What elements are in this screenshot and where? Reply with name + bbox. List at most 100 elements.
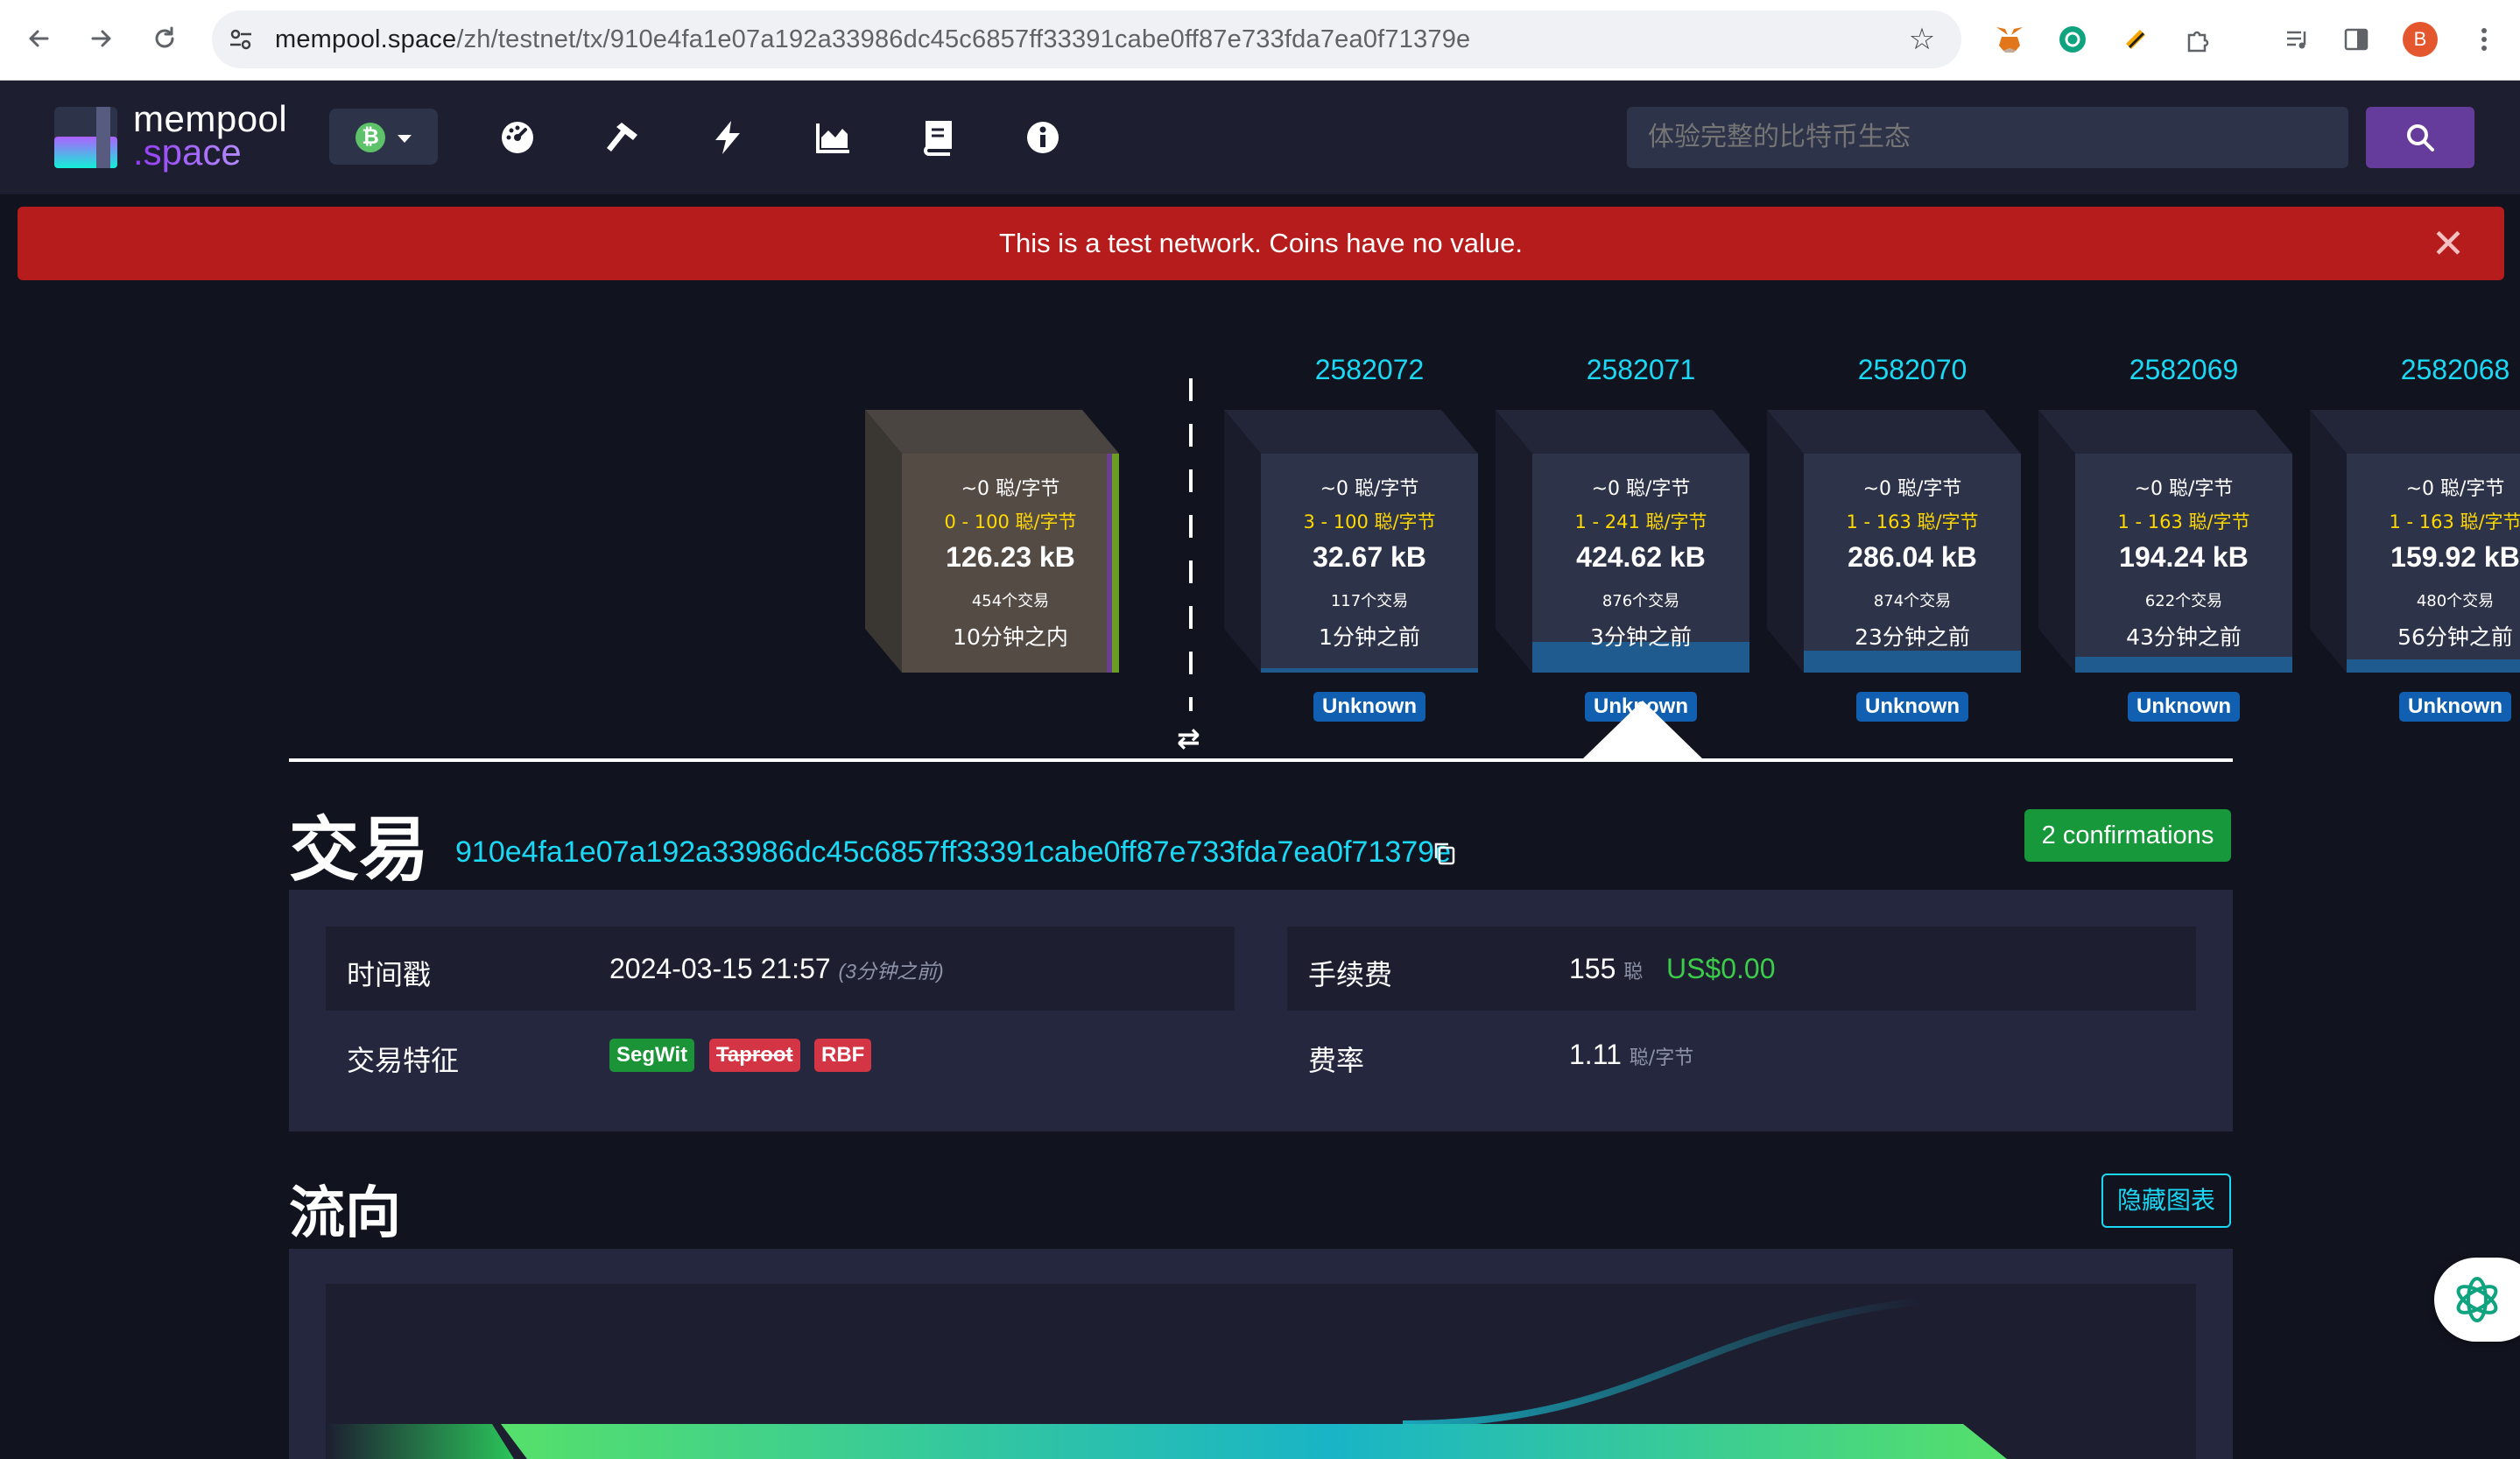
media-control-icon[interactable] <box>2282 23 2315 56</box>
chevron-down-icon <box>398 135 412 143</box>
blockchain-baseline <box>289 758 2233 762</box>
address-bar[interactable]: mempool.space/zh/testnet/tx/910e4fa1e07a… <box>212 11 1961 68</box>
forward-icon[interactable] <box>82 19 121 58</box>
block-fee-range: 0 - 100 聪/字节 <box>944 511 1077 532</box>
block-age: 1分钟之前 <box>1319 624 1420 650</box>
browser-toolbar: mempool.space/zh/testnet/tx/910e4fa1e07a… <box>0 0 2520 81</box>
block-height-link[interactable]: 2582071 <box>1553 354 1728 386</box>
extensions-puzzle-icon[interactable] <box>2182 23 2215 56</box>
menu-kebab-icon[interactable] <box>2467 23 2501 56</box>
mempool-block[interactable]: ~0 聪/字节 0 - 100 聪/字节 126.23 kB 454个交易 10… <box>865 410 1119 673</box>
block-face: ~0 聪/字节 1 - 163 聪/字节 159.92 kB 480个交易 56分钟之前 <box>2347 454 2520 673</box>
docs-book-icon[interactable] <box>918 117 958 158</box>
block-median-fee: ~0 聪/字节 <box>2134 478 2234 500</box>
mined-block[interactable]: ~0 聪/字节 1 - 163 聪/字节 194.24 kB 622个交易 43分钟之前 <box>2038 410 2292 673</box>
flow-change-output[interactable] <box>1402 1298 1920 1427</box>
block-size: 194.24 kB <box>2119 541 2249 573</box>
search-button[interactable] <box>2366 107 2474 168</box>
metamask-icon[interactable] <box>1993 23 2026 56</box>
block-age: 43分钟之前 <box>2126 624 2242 650</box>
features-label: 交易特征 <box>347 1044 460 1077</box>
mined-block[interactable]: ~0 聪/字节 1 - 241 聪/字节 424.62 kB 876个交易 3分钟之前 <box>1496 410 1749 673</box>
alert-message: This is a test network. Coins have no va… <box>999 228 1523 258</box>
bookmark-star-icon[interactable]: ☆ <box>1905 23 1939 56</box>
flow-section-title: 流向 <box>289 1181 401 1246</box>
block-median-fee: ~0 聪/字节 <box>961 478 1060 500</box>
block-height-link[interactable]: 2582068 <box>2368 354 2520 386</box>
mining-pool-badge[interactable]: Unknown <box>2399 692 2511 722</box>
block-age: 3分钟之前 <box>1590 624 1692 650</box>
mempool-divider <box>1189 378 1193 711</box>
block-fee-range: 1 - 163 聪/字节 <box>1846 511 1979 532</box>
side-panel-icon[interactable] <box>2340 23 2373 56</box>
block-tx-count: 876个交易 <box>1601 592 1680 610</box>
block-height-link[interactable]: 2582069 <box>2096 354 2271 386</box>
copy-icon[interactable] <box>1432 841 1459 869</box>
block-fee-range: 3 - 100 聪/字节 <box>1303 511 1436 532</box>
block-size: 424.62 kB <box>1576 541 1706 573</box>
flow-main-output[interactable] <box>501 1424 2007 1459</box>
flow-diagram[interactable] <box>326 1284 2196 1459</box>
mempool-logo-icon[interactable] <box>54 107 117 168</box>
url-path: /zh/testnet/tx/910e4fa1e07a192a33986dc45… <box>456 25 1471 53</box>
reload-icon[interactable] <box>145 19 184 58</box>
back-icon[interactable] <box>19 19 58 58</box>
mining-pool-badge[interactable]: Unknown <box>1313 692 1425 722</box>
mining-pool-badge[interactable]: Unknown <box>1856 692 1968 722</box>
block-eta: 10分钟之内 <box>953 624 1068 650</box>
floating-assistant-button[interactable] <box>2434 1258 2520 1342</box>
hide-diagram-button[interactable]: 隐藏图表 <box>2101 1174 2231 1228</box>
mempool-block-face: ~0 聪/字节 0 - 100 聪/字节 126.23 kB 454个交易 10… <box>902 454 1119 673</box>
feature-badge-segwit[interactable]: SegWit <box>609 1039 695 1072</box>
fee-value: 155 <box>1569 953 1616 984</box>
about-info-icon[interactable] <box>1023 117 1063 158</box>
block-median-fee: ~0 聪/字节 <box>1862 478 1962 500</box>
bitcoin-icon: ₿ <box>355 123 385 152</box>
block-age: 23分钟之前 <box>1855 624 1970 650</box>
mined-block[interactable]: ~0 聪/字节 1 - 163 聪/字节 286.04 kB 874个交易 23分钟之前 <box>1767 410 2021 673</box>
fee-unit: 聪 <box>1623 962 1644 983</box>
graphs-chart-icon[interactable] <box>813 117 853 158</box>
feature-badge-taproot[interactable]: Taproot <box>709 1039 800 1072</box>
block-size: 126.23 kB <box>946 541 1075 573</box>
block-median-fee: ~0 聪/字节 <box>1591 478 1691 500</box>
block-fill-level <box>1261 668 1478 673</box>
fee-rate-label: 费率 <box>1308 1044 1365 1077</box>
block-fee-range: 1 - 163 聪/字节 <box>2389 511 2520 532</box>
transaction-id-link[interactable]: 910e4fa1e07a192a33986dc45c6857ff33391cab… <box>455 835 1451 870</box>
block-fill-level <box>2075 657 2292 673</box>
block-size: 286.04 kB <box>1848 541 1977 573</box>
block-face: ~0 聪/字节 1 - 163 聪/字节 286.04 kB 874个交易 23分钟之前 <box>1804 454 2021 673</box>
url-host: mempool.space <box>275 25 457 53</box>
dashboard-gauge-icon[interactable] <box>497 117 538 158</box>
close-icon[interactable]: ✕ <box>2427 222 2469 264</box>
wallet-extension-icon[interactable] <box>2119 23 2152 56</box>
mining-hammer-icon[interactable] <box>602 117 643 158</box>
block-height-link[interactable]: 2582072 <box>1282 354 1457 386</box>
block-fee-range: 1 - 241 聪/字节 <box>1574 511 1707 532</box>
swap-arrows-icon[interactable]: ⇄ <box>1177 722 1200 755</box>
block-tx-count: 454个交易 <box>971 592 1050 610</box>
search-icon <box>2407 124 2434 152</box>
lightning-bolt-icon[interactable] <box>707 117 748 158</box>
site-navbar: mempool .space ₿ <box>0 81 2520 194</box>
network-selector[interactable]: ₿ <box>329 109 438 165</box>
block-age: 56分钟之前 <box>2397 624 2513 650</box>
logo-text-space[interactable]: .space <box>133 131 242 173</box>
block-height-link[interactable]: 2582070 <box>1825 354 2000 386</box>
profile-avatar[interactable]: B <box>2403 22 2438 57</box>
fee-value-group: 155 聪 US$0.00 <box>1569 953 1776 985</box>
fee-rate-group: 1.11 聪/字节 <box>1569 1039 1693 1071</box>
site-info-icon[interactable] <box>226 25 256 54</box>
feature-badge-rbf[interactable]: RBF <box>814 1039 872 1072</box>
openai-extension-icon[interactable] <box>2056 23 2089 56</box>
search-input[interactable] <box>1627 107 2348 168</box>
mined-block[interactable]: ~0 聪/字节 3 - 100 聪/字节 32.67 kB 117个交易 1分钟之前 <box>1224 410 1478 673</box>
timestamp-date: 2024-03-15 21:57 <box>609 953 831 984</box>
flow-input[interactable] <box>326 1424 514 1459</box>
timestamp-value: 2024-03-15 21:57 (3分钟之前) <box>609 953 944 985</box>
mining-pool-badge[interactable]: Unknown <box>2128 692 2240 722</box>
selected-block-arrow <box>1581 701 1704 760</box>
mined-block[interactable]: ~0 聪/字节 1 - 163 聪/字节 159.92 kB 480个交易 56分钟之前 <box>2310 410 2520 673</box>
url-text: mempool.space/zh/testnet/tx/910e4fa1e07a… <box>275 11 1470 68</box>
